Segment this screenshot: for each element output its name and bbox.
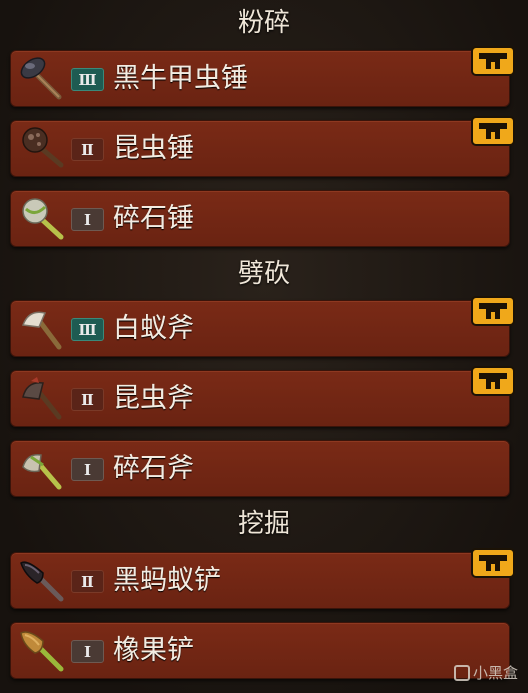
watermark: 小黑盒	[453, 662, 518, 683]
acorn-shovel-icon	[17, 627, 69, 675]
pebble-axe-icon	[17, 445, 69, 493]
tool-name: 碎石斧	[113, 453, 194, 484]
tool-item-acorn-shovel[interactable]: Ⅰ 橡果铲	[10, 622, 510, 679]
black-ox-beetle-hammer-icon	[17, 55, 69, 103]
tool-item-insect-hammer[interactable]: Ⅱ 昆虫锤	[10, 116, 515, 177]
tool-name: 黑蚂蚁铲	[113, 565, 221, 596]
anvil-badge-icon	[471, 548, 515, 578]
tool-name: 碎石锤	[113, 203, 194, 234]
tier-badge: Ⅰ	[71, 458, 104, 481]
anvil-badge-icon	[471, 296, 515, 326]
section-title-smash: 粉碎	[237, 8, 290, 38]
tool-item-black-ox-beetle-hammer[interactable]: Ⅲ 黑牛甲虫锤	[10, 46, 515, 107]
termite-axe-icon	[17, 305, 69, 353]
heybox-logo-icon	[453, 665, 470, 681]
tool-item-pebble-axe[interactable]: Ⅰ 碎石斧	[10, 440, 510, 497]
tool-name: 白蚁斧	[113, 313, 194, 344]
tier-badge: Ⅲ	[71, 68, 104, 91]
section-title-dig: 挖掘	[237, 509, 290, 539]
anvil-badge-icon	[471, 46, 515, 76]
tool-item-black-ant-shovel[interactable]: Ⅱ 黑蚂蚁铲	[10, 548, 515, 609]
tool-item-insect-axe[interactable]: Ⅱ 昆虫斧	[10, 366, 515, 427]
tier-badge: Ⅰ	[71, 640, 104, 663]
tier-badge: Ⅲ	[71, 318, 104, 341]
tier-badge: Ⅱ	[71, 388, 104, 411]
black-ant-shovel-icon	[17, 557, 69, 605]
tool-name: 昆虫锤	[113, 133, 194, 164]
tier-badge: Ⅱ	[71, 138, 104, 161]
watermark-text: 小黑盒	[472, 664, 518, 682]
tool-item-pebble-hammer[interactable]: Ⅰ 碎石锤	[10, 190, 510, 247]
insect-axe-icon	[17, 375, 69, 423]
tool-name: 昆虫斧	[113, 383, 194, 414]
tier-badge: Ⅱ	[71, 570, 104, 593]
tier-badge: Ⅰ	[71, 208, 104, 231]
section-title-chop: 劈砍	[237, 259, 290, 289]
anvil-badge-icon	[471, 116, 515, 146]
pebble-hammer-icon	[17, 195, 69, 243]
tool-name: 黑牛甲虫锤	[113, 63, 248, 94]
anvil-badge-icon	[471, 366, 515, 396]
insect-hammer-icon	[17, 125, 69, 173]
tool-name: 橡果铲	[113, 635, 194, 666]
tool-item-termite-axe[interactable]: Ⅲ 白蚁斧	[10, 296, 515, 357]
